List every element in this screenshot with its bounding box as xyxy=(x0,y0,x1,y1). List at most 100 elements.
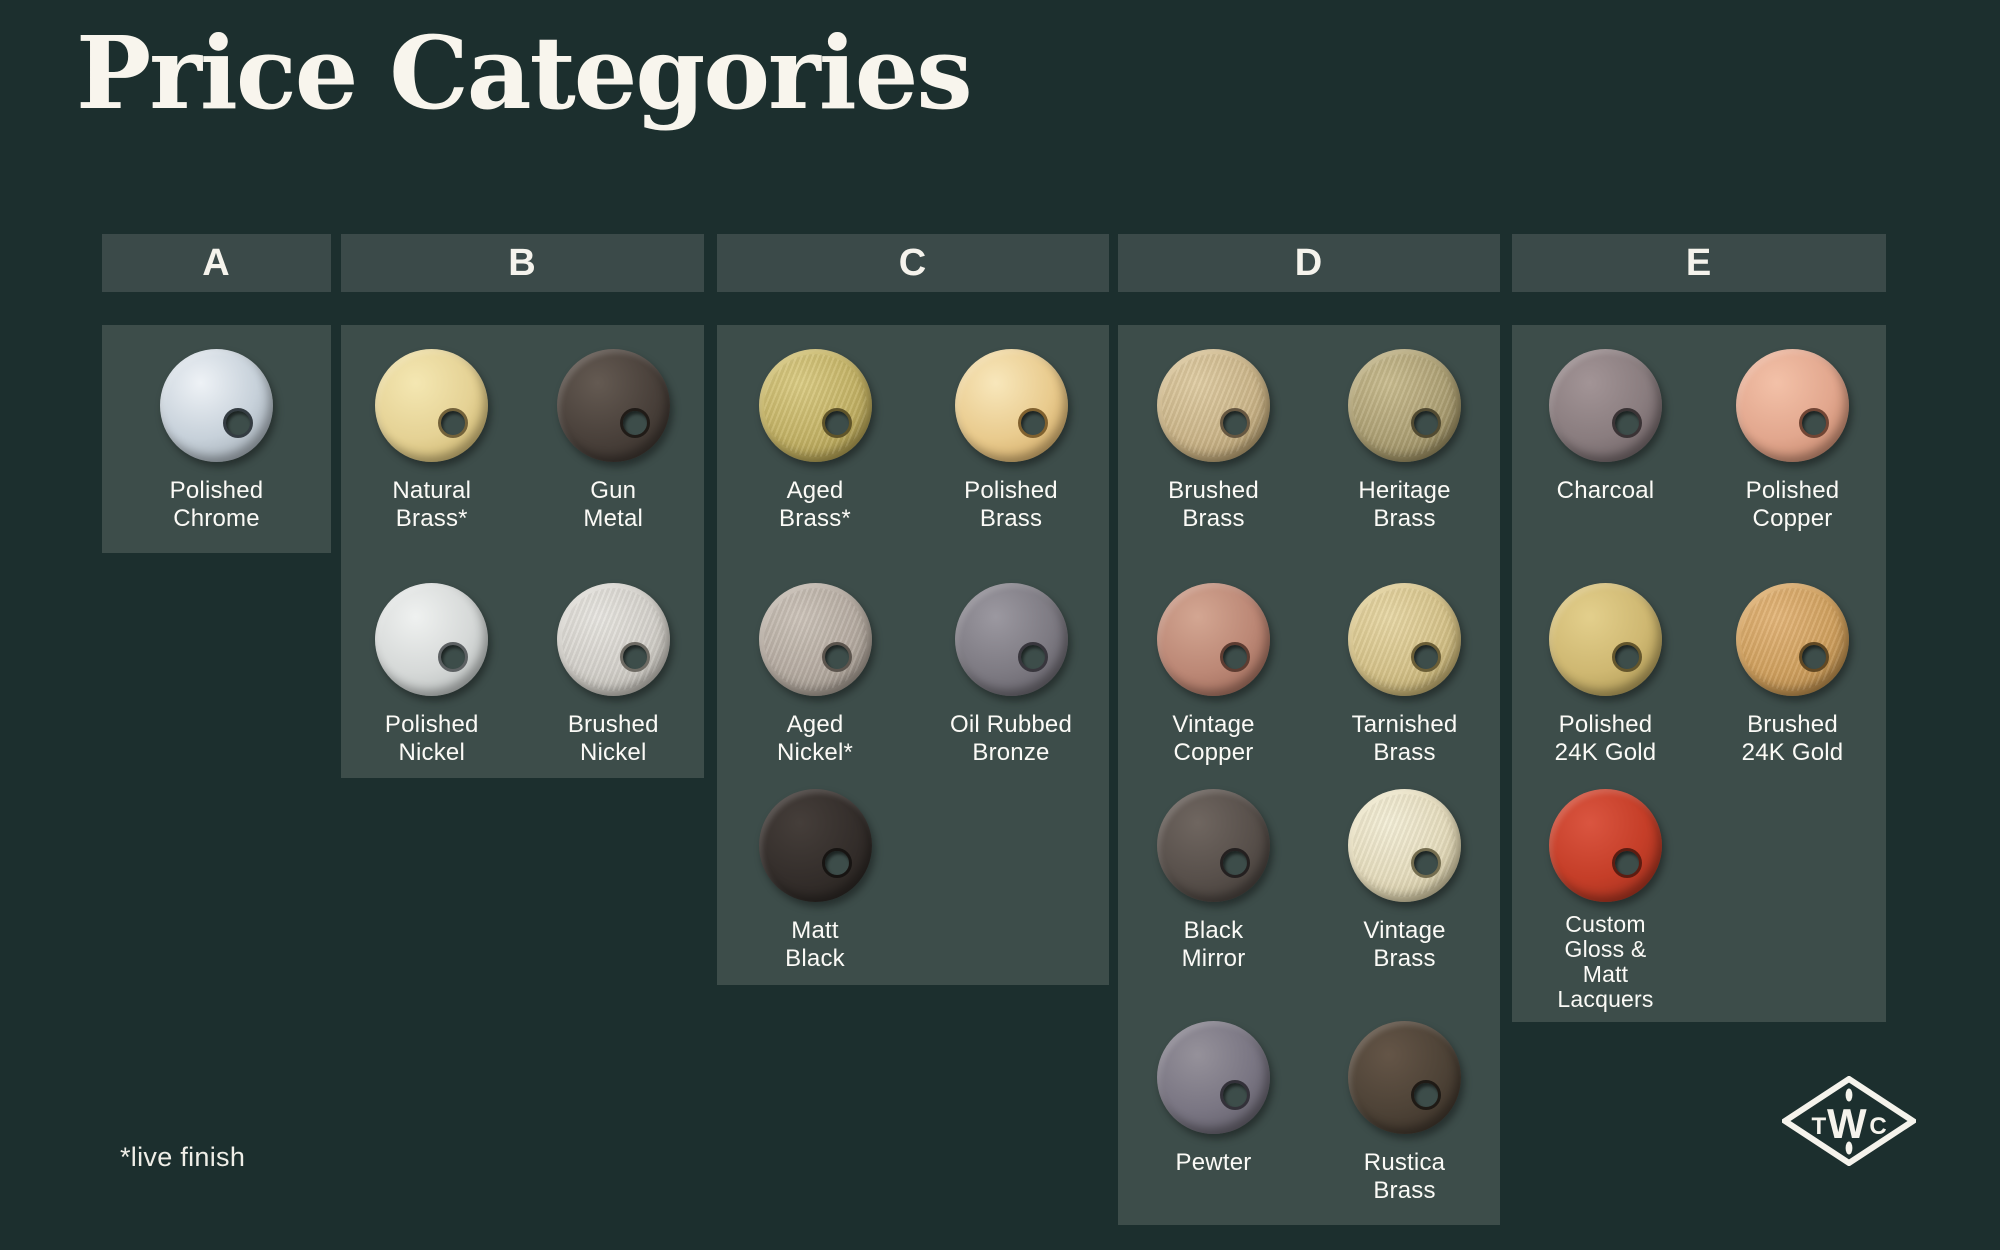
swatch-label-line: Copper xyxy=(1746,505,1840,533)
swatch-label-line: Vintage xyxy=(1172,711,1254,739)
swatch-hole-polished-24k-gold xyxy=(1612,642,1642,672)
category-letter-c: C xyxy=(899,242,927,285)
finish-swatch-charcoal xyxy=(1549,349,1662,462)
swatch-hole-polished-nickel xyxy=(438,642,468,672)
price-categories-poster: Price Categories APolishedChromeBNatural… xyxy=(0,0,2000,1250)
finish-swatch-brushed-24k-gold xyxy=(1736,583,1849,696)
swatch-label-line: Aged xyxy=(777,711,853,739)
finish-swatch-tarnished-brass xyxy=(1348,583,1461,696)
swatch-label-line: Polished xyxy=(1746,477,1840,505)
swatch-label-line: Aged xyxy=(779,477,851,505)
swatch-label-polished-copper: PolishedCopper xyxy=(1746,477,1840,533)
swatch-label-line: Brass xyxy=(1363,945,1445,973)
swatch-label-line: Copper xyxy=(1172,739,1254,767)
swatch-label-charcoal: Charcoal xyxy=(1557,477,1655,505)
swatch-label-line: Matt xyxy=(785,917,845,945)
swatch-hole-polished-brass xyxy=(1018,408,1048,438)
swatch-label-line: Heritage xyxy=(1358,477,1450,505)
swatch-label-line: 24K Gold xyxy=(1742,739,1844,767)
swatch-label-matt-black: MattBlack xyxy=(785,917,845,973)
finish-swatch-vintage-brass xyxy=(1348,789,1461,902)
swatch-cell-oil-rubbed-bronze: Oil RubbedBronze xyxy=(913,583,1109,767)
swatch-hole-black-mirror xyxy=(1220,848,1250,878)
swatch-cell-vintage-copper: VintageCopper xyxy=(1118,583,1309,767)
swatch-hole-oil-rubbed-bronze xyxy=(1018,642,1048,672)
swatch-label-aged-brass: AgedBrass* xyxy=(779,477,851,533)
swatch-hole-vintage-brass xyxy=(1411,848,1441,878)
swatch-label-brushed-brass: BrushedBrass xyxy=(1168,477,1259,533)
swatch-hole-aged-nickel xyxy=(822,642,852,672)
swatch-hole-custom-gloss-matt-lacquers xyxy=(1612,848,1642,878)
swatch-label-line: Brass xyxy=(1364,1177,1445,1205)
finish-swatch-brushed-brass xyxy=(1157,349,1270,462)
swatch-hole-rustica-brass xyxy=(1411,1080,1441,1110)
swatch-label-line: Brushed xyxy=(1742,711,1844,739)
swatch-label-line: Chrome xyxy=(170,505,264,533)
swatch-hole-brushed-brass xyxy=(1220,408,1250,438)
swatch-label-line: Brass* xyxy=(779,505,851,533)
swatch-label-line: Brass xyxy=(1352,739,1458,767)
swatch-cell-polished-chrome: PolishedChrome xyxy=(102,349,331,533)
swatch-hole-natural-brass xyxy=(438,408,468,438)
swatch-label-oil-rubbed-bronze: Oil RubbedBronze xyxy=(950,711,1072,767)
swatch-label-line: Tarnished xyxy=(1352,711,1458,739)
category-header-c: C xyxy=(717,234,1109,292)
swatch-cell-matt-black: MattBlack xyxy=(717,789,913,973)
finish-swatch-polished-24k-gold xyxy=(1549,583,1662,696)
swatch-cell-charcoal: Charcoal xyxy=(1512,349,1699,505)
swatch-label-line: Custom xyxy=(1557,912,1653,937)
swatch-label-natural-brass: NaturalBrass* xyxy=(392,477,471,533)
swatch-label-line: Black xyxy=(785,945,845,973)
category-panel-d: BrushedBrassHeritageBrassVintageCopperTa… xyxy=(1118,325,1500,1225)
finish-swatch-polished-brass xyxy=(955,349,1068,462)
category-panel-a: PolishedChrome xyxy=(102,325,331,553)
swatch-label-line: Polished xyxy=(385,711,479,739)
finish-swatch-vintage-copper xyxy=(1157,583,1270,696)
finish-swatch-polished-nickel xyxy=(375,583,488,696)
swatch-label-line: Brass* xyxy=(392,505,471,533)
swatch-label-line: Oil Rubbed xyxy=(950,711,1072,739)
category-header-d: D xyxy=(1118,234,1500,292)
finish-swatch-custom-gloss-matt-lacquers xyxy=(1549,789,1662,902)
swatch-cell-custom-gloss-matt-lacquers: CustomGloss &MattLacquers xyxy=(1512,789,1699,1012)
finish-swatch-polished-chrome xyxy=(160,349,273,462)
swatch-label-line: Pewter xyxy=(1176,1149,1252,1177)
swatch-label-line: Brushed xyxy=(1168,477,1259,505)
category-panel-e: CharcoalPolishedCopperPolished24K GoldBr… xyxy=(1512,325,1886,1022)
category-letter-e: E xyxy=(1686,242,1712,285)
swatch-label-line: Polished xyxy=(170,477,264,505)
swatch-cell-aged-nickel: AgedNickel* xyxy=(717,583,913,767)
swatch-hole-matt-black xyxy=(822,848,852,878)
swatch-label-line: Mirror xyxy=(1182,945,1246,973)
category-letter-a: A xyxy=(202,242,230,285)
swatch-hole-aged-brass xyxy=(822,408,852,438)
swatch-hole-tarnished-brass xyxy=(1411,642,1441,672)
finish-swatch-aged-nickel xyxy=(759,583,872,696)
category-panel-b: NaturalBrass*GunMetalPolishedNickelBrush… xyxy=(341,325,704,778)
swatch-label-polished-24k-gold: Polished24K Gold xyxy=(1555,711,1657,767)
finish-swatch-pewter xyxy=(1157,1021,1270,1134)
swatch-hole-pewter xyxy=(1220,1080,1250,1110)
swatch-label-line: Bronze xyxy=(950,739,1072,767)
swatch-label-line: Natural xyxy=(392,477,471,505)
swatch-cell-aged-brass: AgedBrass* xyxy=(717,349,913,533)
category-panel-c: AgedBrass*PolishedBrassAgedNickel*Oil Ru… xyxy=(717,325,1109,985)
swatch-hole-heritage-brass xyxy=(1411,408,1441,438)
swatch-label-gun-metal: GunMetal xyxy=(583,477,643,533)
category-header-b: B xyxy=(341,234,704,292)
swatch-label-line: Nickel xyxy=(385,739,479,767)
finish-swatch-heritage-brass xyxy=(1348,349,1461,462)
swatch-cell-brushed-24k-gold: Brushed24K Gold xyxy=(1699,583,1886,767)
swatch-label-line: Polished xyxy=(964,477,1058,505)
swatch-label-vintage-copper: VintageCopper xyxy=(1172,711,1254,767)
swatch-cell-tarnished-brass: TarnishedBrass xyxy=(1309,583,1500,767)
swatch-cell-polished-nickel: PolishedNickel xyxy=(341,583,523,767)
swatch-hole-gun-metal xyxy=(620,408,650,438)
swatch-cell-polished-24k-gold: Polished24K Gold xyxy=(1512,583,1699,767)
swatch-hole-brushed-nickel xyxy=(620,642,650,672)
swatch-cell-brushed-nickel: BrushedNickel xyxy=(523,583,705,767)
finish-swatch-matt-black xyxy=(759,789,872,902)
swatch-hole-brushed-24k-gold xyxy=(1799,642,1829,672)
swatch-label-heritage-brass: HeritageBrass xyxy=(1358,477,1450,533)
swatch-label-line: Black xyxy=(1182,917,1246,945)
